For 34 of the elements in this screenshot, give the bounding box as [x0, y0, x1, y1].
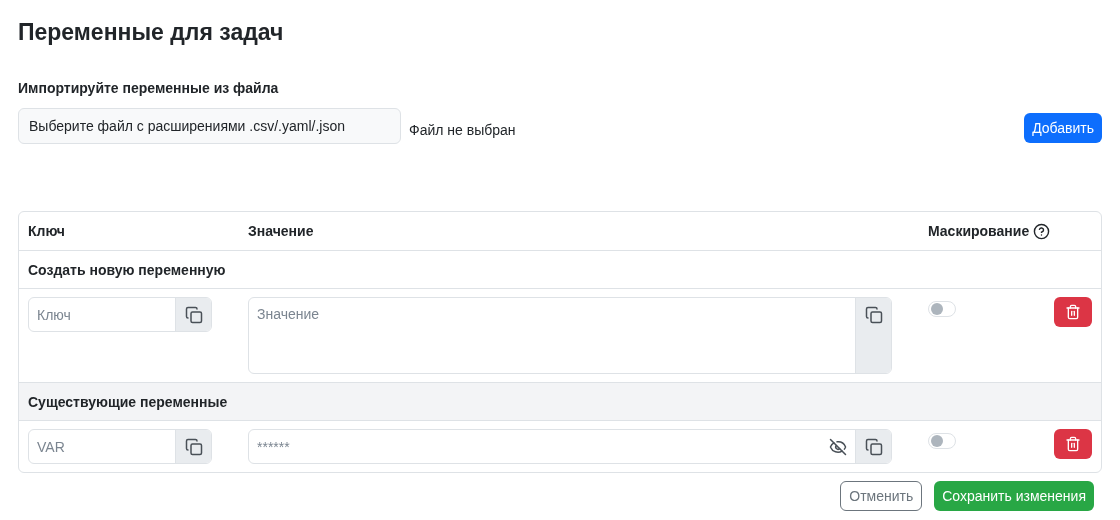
- column-header: Ключ: [28, 222, 66, 241]
- copy-icon: [864, 306, 883, 324]
- section-title: Существующие переменные: [28, 392, 228, 412]
- copy-icon: [184, 305, 203, 324]
- copy-button[interactable]: [855, 298, 891, 373]
- cancel-button[interactable]: Отменить: [840, 481, 923, 511]
- file-status: Файл не выбран: [409, 121, 516, 140]
- save-button[interactable]: Сохранить изменения: [934, 481, 1094, 511]
- copy-button[interactable]: [855, 430, 891, 463]
- import-label: Импортируйте переменные из файла: [18, 79, 280, 98]
- copy-button[interactable]: [175, 298, 211, 331]
- copy-button[interactable]: [175, 430, 211, 463]
- key-input-group[interactable]: VAR: [28, 429, 212, 464]
- trash-icon: [1065, 304, 1081, 320]
- section-title: Создать новую переменную: [28, 260, 226, 280]
- delete-button[interactable]: [1054, 429, 1092, 459]
- add-button[interactable]: Добавить: [1024, 113, 1102, 143]
- key-field[interactable]: VAR: [29, 430, 175, 463]
- page-title: Переменные для задач: [18, 18, 285, 46]
- value-field[interactable]: ******: [249, 430, 829, 463]
- copy-icon: [184, 437, 203, 456]
- column-header: Значение: [248, 222, 315, 241]
- file-picker-button[interactable]: Выберите файл с расширениями .csv/.yaml/.json: [18, 108, 401, 144]
- delete-button[interactable]: [1054, 297, 1092, 327]
- copy-icon: [864, 437, 883, 456]
- column-header: Маскирование: [928, 222, 1030, 241]
- key-field[interactable]: Ключ: [29, 298, 175, 331]
- toggle-switch[interactable]: [928, 433, 956, 449]
- trash-icon: [1065, 436, 1081, 452]
- eye-off-icon[interactable]: [829, 437, 847, 456]
- value-input-group[interactable]: ******: [248, 429, 892, 464]
- key-input-group[interactable]: Ключ: [28, 297, 212, 332]
- toggle-switch[interactable]: [928, 301, 956, 317]
- help-icon[interactable]: [1033, 222, 1051, 240]
